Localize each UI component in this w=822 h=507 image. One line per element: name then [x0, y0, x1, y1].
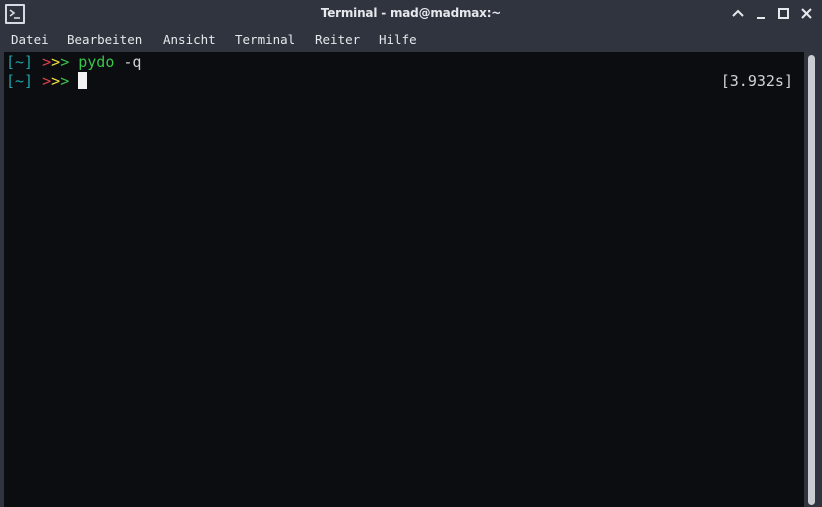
- minimize-icon[interactable]: [754, 6, 770, 22]
- window-title: Terminal - mad@madmax:~: [320, 6, 502, 20]
- menu-terminal[interactable]: Terminal: [235, 33, 295, 47]
- prompt-arrow-green: >: [60, 53, 70, 71]
- menu-datei[interactable]: Datei: [11, 33, 49, 47]
- scrollbar[interactable]: [804, 52, 822, 507]
- prompt-directory: [~]: [6, 53, 34, 71]
- terminal-output[interactable]: [~] >>> pydo -q [~] >>> [3.932s]: [4, 52, 804, 507]
- terminal-line: [~] >>>: [6, 72, 88, 91]
- scrollbar-thumb[interactable]: [808, 55, 815, 505]
- close-icon[interactable]: [799, 6, 815, 22]
- prompt-arrow-green: >: [60, 72, 70, 90]
- command-args: -q: [123, 53, 142, 71]
- prompt-arrow-yellow: >: [51, 53, 61, 71]
- prompt-arrow-yellow: >: [51, 72, 61, 90]
- menu-bearbeiten[interactable]: Bearbeiten: [67, 33, 142, 47]
- menu-reiter[interactable]: Reiter: [315, 33, 360, 47]
- menu-bar: Datei Bearbeiten Ansicht Terminal Reiter…: [0, 28, 822, 52]
- menu-ansicht[interactable]: Ansicht: [163, 33, 216, 47]
- maximize-icon[interactable]: [776, 6, 792, 22]
- text-cursor: [78, 72, 88, 89]
- prompt-arrow-red: >: [42, 53, 52, 71]
- command-text: pydo: [78, 53, 115, 71]
- terminal-line: [~] >>> pydo -q: [6, 53, 141, 72]
- terminal-window: Terminal - mad@madmax:~ Datei Bearbeiten: [0, 0, 822, 507]
- prompt-directory: [~]: [6, 72, 34, 90]
- menu-hilfe[interactable]: Hilfe: [379, 33, 417, 47]
- chevron-up-icon[interactable]: [730, 6, 746, 22]
- prompt-arrow-red: >: [42, 72, 52, 90]
- title-bar[interactable]: Terminal - mad@madmax:~: [0, 0, 822, 28]
- command-timing: [3.932s]: [720, 72, 793, 90]
